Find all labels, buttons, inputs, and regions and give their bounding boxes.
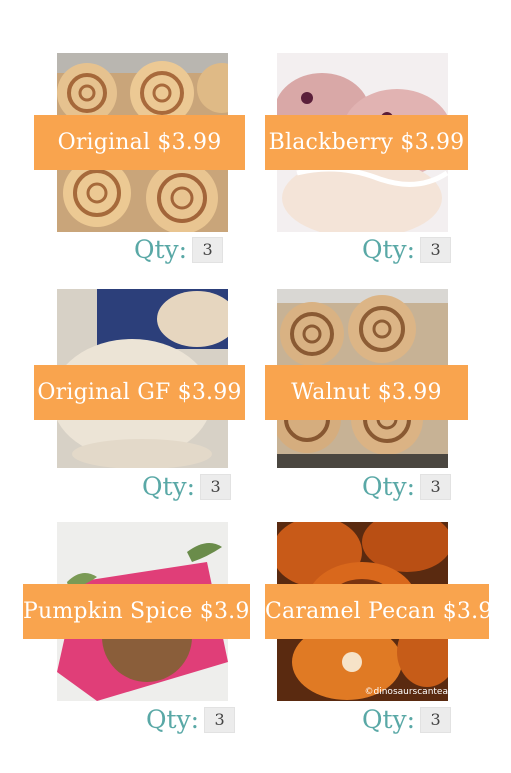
- qty-input-walnut[interactable]: 3: [420, 474, 452, 500]
- qty-input-original-gf[interactable]: 3: [200, 474, 232, 500]
- product-label-walnut: Walnut $3.99: [265, 365, 468, 420]
- qty-label: Qty:: [362, 235, 416, 264]
- qty-row-original: Qty: 3: [134, 235, 224, 265]
- qty-row-blackberry: Qty: 3: [362, 235, 452, 265]
- product-label-caramel-pecan: Caramel Pecan $3.99: [265, 584, 507, 639]
- qty-row-pumpkin-spice: Qty: 3: [146, 705, 236, 735]
- qty-row-caramel-pecan: Qty: 3: [362, 705, 452, 735]
- qty-input-original[interactable]: 3: [192, 237, 224, 263]
- product-label-blackberry: Blackberry $3.99: [265, 115, 468, 170]
- qty-input-blackberry[interactable]: 3: [420, 237, 452, 263]
- qty-label: Qty:: [362, 472, 416, 501]
- qty-input-pumpkin-spice[interactable]: 3: [204, 707, 236, 733]
- product-label-pumpkin-spice: Pumpkin Spice $3.99: [23, 584, 264, 639]
- qty-label: Qty:: [142, 472, 196, 501]
- photo-credit: ©dinosaurscantea: [364, 687, 448, 697]
- qty-input-caramel-pecan[interactable]: 3: [420, 707, 452, 733]
- qty-row-original-gf: Qty: 3: [142, 472, 232, 502]
- product-label-original: Original $3.99: [34, 115, 245, 170]
- product-label-original-gf: Original GF $3.99: [34, 365, 245, 420]
- qty-row-walnut: Qty: 3: [362, 472, 452, 502]
- qty-label: Qty:: [134, 235, 188, 264]
- qty-label: Qty:: [362, 705, 416, 734]
- qty-label: Qty:: [146, 705, 200, 734]
